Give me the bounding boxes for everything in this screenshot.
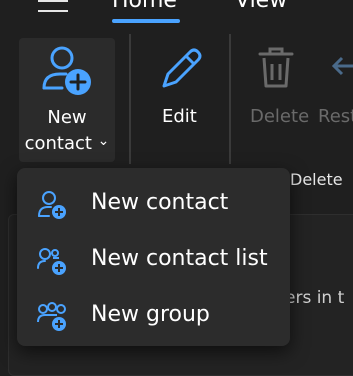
hamburger-menu-icon[interactable]	[38, 0, 68, 14]
delete-button: Delete	[250, 106, 310, 127]
new-label-contact: contact	[24, 133, 92, 154]
group-add-icon	[37, 302, 66, 331]
pencil-icon[interactable]	[156, 44, 206, 94]
tab-view[interactable]: View	[235, 0, 287, 13]
menu-item-label: New contact list	[91, 246, 268, 271]
new-label-line1: New	[47, 107, 87, 128]
new-contact-label: New contact ⌄	[19, 105, 115, 158]
menu-item-label: New group	[91, 302, 210, 327]
menu-item-new-contact[interactable]: New contact	[17, 178, 290, 228]
tab-home[interactable]: Home	[112, 0, 177, 13]
restore-arrow-icon	[331, 56, 353, 76]
content-text: ers in t	[285, 288, 345, 308]
person-add-icon	[38, 191, 66, 219]
menu-item-new-contact-list[interactable]: New contact list	[17, 234, 290, 284]
tab-home-indicator	[112, 19, 180, 23]
ribbon-divider-2	[229, 34, 231, 164]
restore-button: Rest	[318, 106, 353, 127]
contact-list-add-icon	[37, 248, 66, 275]
person-add-icon	[42, 46, 91, 95]
chevron-down-icon[interactable]: ⌄	[98, 133, 110, 149]
delete-group-label: Delete	[290, 170, 343, 189]
new-label-line2: contact ⌄	[19, 131, 115, 158]
new-dropdown-menu: New contact New contact list New group	[17, 168, 290, 346]
edit-button[interactable]: Edit	[162, 106, 197, 127]
trash-icon	[258, 47, 294, 88]
menu-item-new-group[interactable]: New group	[17, 290, 290, 340]
ribbon-divider	[129, 34, 131, 164]
menu-item-label: New contact	[91, 190, 229, 215]
